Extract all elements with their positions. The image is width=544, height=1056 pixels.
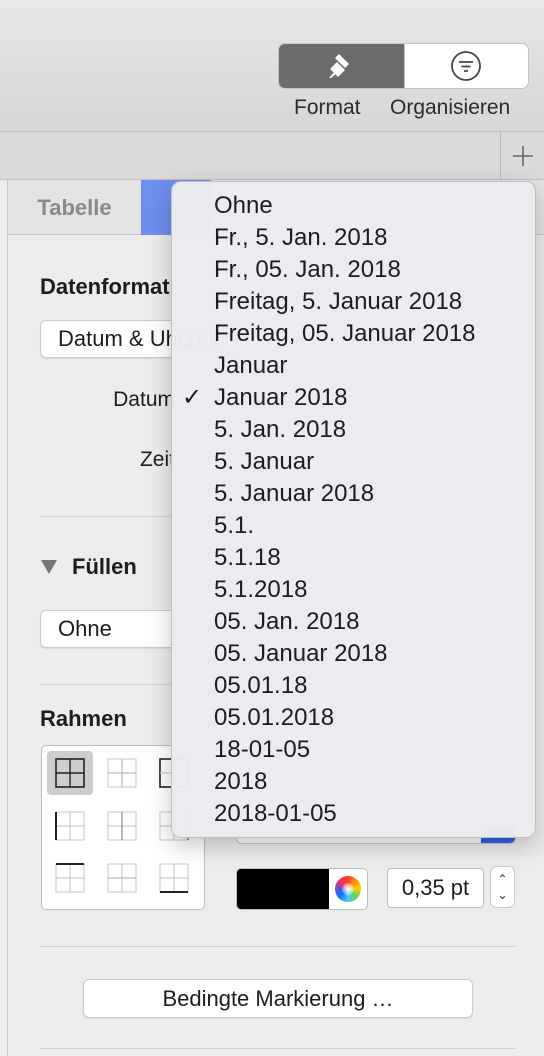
tab-tabelle[interactable]: Tabelle: [8, 180, 141, 235]
menu-item-label: 05. Jan. 2018: [214, 608, 360, 635]
add-sheet-button[interactable]: [500, 132, 544, 180]
menu-item[interactable]: Freitag, 5. Januar 2018: [172, 286, 535, 318]
menu-item-label: 5. Jan. 2018: [214, 416, 347, 443]
conditional-highlighting-button[interactable]: Bedingte Markierung …: [83, 979, 473, 1018]
border-left-button[interactable]: [47, 804, 93, 848]
menu-item-label: 5. Januar 2018: [214, 480, 375, 507]
menu-item[interactable]: 5.1.18: [172, 542, 535, 574]
menu-item[interactable]: 05.01.18: [172, 670, 535, 702]
border-left-icon: [55, 811, 85, 841]
toolbar: Format Organisieren: [0, 0, 544, 132]
checkmark-icon: ✓: [182, 384, 203, 411]
disclosure-triangle-icon[interactable]: [40, 559, 58, 575]
menu-item[interactable]: 05.01.2018: [172, 702, 535, 734]
format-button[interactable]: [279, 44, 404, 88]
menu-item[interactable]: 5. Januar: [172, 446, 535, 478]
menu-item[interactable]: Freitag, 05. Januar 2018: [172, 318, 535, 350]
menu-item-label: 05.01.18: [214, 672, 308, 699]
border-bottom-icon: [159, 863, 189, 893]
border-color-well[interactable]: [236, 868, 368, 910]
menu-item[interactable]: 05. Jan. 2018: [172, 606, 535, 638]
date-label: Datum: [113, 388, 175, 411]
chevron-up-icon[interactable]: ⌃: [497, 871, 507, 887]
menu-item-label: 5.1.2018: [214, 576, 308, 603]
menu-item-label: 2018: [214, 768, 268, 795]
menu-item[interactable]: 2018: [172, 766, 535, 798]
menu-item-label: Fr., 5. Jan. 2018: [214, 224, 388, 251]
menu-item-label: Ohne: [214, 192, 273, 219]
divider: [7, 180, 8, 1056]
border-middle-button[interactable]: [99, 856, 145, 900]
divider: [40, 946, 516, 947]
divider: [40, 1048, 516, 1049]
time-label: Zeit: [139, 448, 175, 471]
chevron-down-icon[interactable]: ⌄: [497, 887, 507, 903]
menu-item-label: Freitag, 5. Januar 2018: [214, 288, 463, 315]
border-inner-button[interactable]: [99, 751, 145, 795]
menu-item[interactable]: 5. Jan. 2018: [172, 414, 535, 446]
border-center-icon: [107, 811, 137, 841]
color-swatch: [237, 869, 329, 909]
menu-item[interactable]: Ohne: [172, 190, 535, 222]
border-inner-icon: [107, 758, 137, 788]
border-all-icon: [55, 758, 85, 788]
menu-item-label: Januar 2018: [214, 384, 348, 411]
menu-item[interactable]: Januar: [172, 350, 535, 382]
border-top-button[interactable]: [47, 856, 93, 900]
sheet-tab-strip: [0, 132, 544, 180]
border-center-button[interactable]: [99, 804, 145, 848]
menu-item[interactable]: Fr., 05. Jan. 2018: [172, 254, 535, 286]
border-bottom-button[interactable]: [151, 856, 197, 900]
menu-item[interactable]: 5. Januar 2018: [172, 478, 535, 510]
data-format-title: Datenformat: [40, 274, 170, 299]
border-middle-icon: [107, 863, 137, 893]
menu-item-label: 5.1.: [214, 512, 255, 539]
view-segmented-control: [278, 43, 529, 89]
menu-item-label: 05. Januar 2018: [214, 640, 388, 667]
organize-label: Organisieren: [390, 96, 511, 119]
plus-icon: [512, 146, 533, 166]
menu-item-label: 5.1.18: [214, 544, 281, 571]
color-wheel-icon[interactable]: [335, 876, 361, 902]
menu-item-label: Januar: [214, 352, 288, 379]
filter-icon: [451, 51, 482, 81]
border-top-icon: [55, 863, 85, 893]
menu-item-label: 2018-01-05: [214, 800, 337, 827]
border-title: Rahmen: [40, 706, 127, 731]
menu-item[interactable]: 2018-01-05: [172, 798, 535, 830]
border-all-button[interactable]: [47, 751, 93, 795]
border-width-field[interactable]: 0,35 pt: [387, 868, 484, 908]
menu-item-label: 05.01.2018: [214, 704, 335, 731]
menu-item[interactable]: Fr., 5. Jan. 2018: [172, 222, 535, 254]
menu-item[interactable]: 5.1.: [172, 510, 535, 542]
menu-item-label: 18-01-05: [214, 736, 311, 763]
menu-item[interactable]: 18-01-05: [172, 734, 535, 766]
fill-title: Füllen: [72, 554, 137, 579]
organize-button[interactable]: [403, 44, 529, 88]
menu-item[interactable]: 05. Januar 2018: [172, 638, 535, 670]
format-label: Format: [294, 96, 361, 119]
date-format-menu: Ohne Fr., 5. Jan. 2018 Fr., 05. Jan. 2018 F…: [171, 181, 536, 838]
menu-item[interactable]: ✓ Januar 2018: [172, 382, 535, 414]
menu-item[interactable]: 5.1.2018: [172, 574, 535, 606]
menu-item-label: Fr., 05. Jan. 2018: [214, 256, 401, 283]
border-width-stepper[interactable]: ⌃ ⌄: [490, 866, 515, 908]
paintbrush-icon: [329, 54, 350, 78]
menu-item-label: Freitag, 05. Januar 2018: [214, 320, 476, 347]
menu-item-label: 5. Januar: [214, 448, 315, 475]
